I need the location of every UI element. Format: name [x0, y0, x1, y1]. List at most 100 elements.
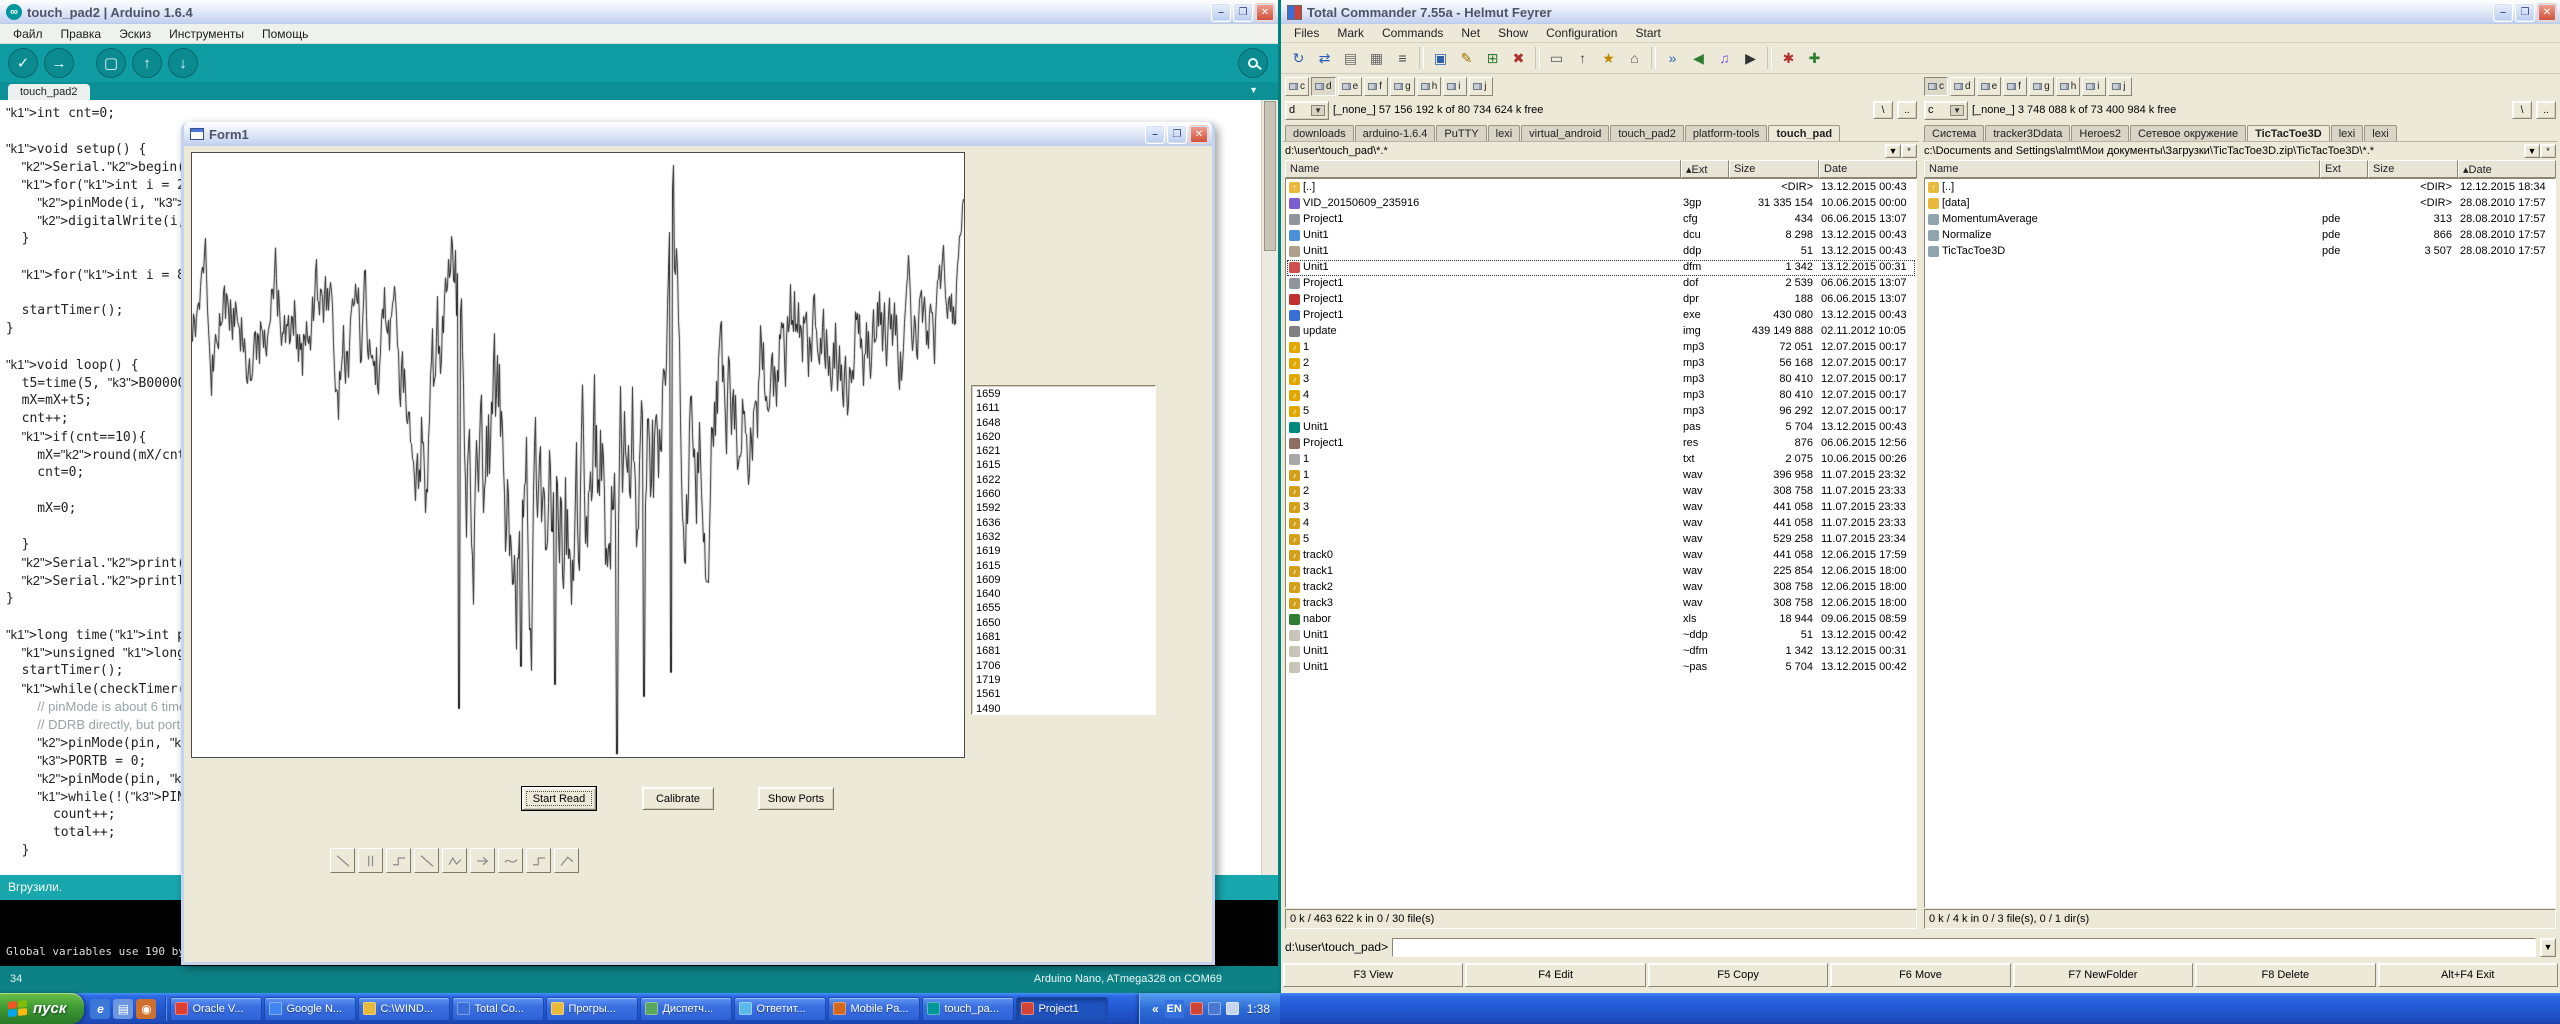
reading-item[interactable]: 1648 — [976, 416, 1155, 430]
tc-toolbar-edit-file-icon[interactable]: ✎ — [1454, 46, 1479, 71]
file-row[interactable]: Unit1pas5 70413.12.2015 00:43 — [1287, 420, 1915, 436]
file-row[interactable]: ♪5wav529 25811.07.2015 23:34 — [1287, 532, 1915, 548]
fkey-f7-button[interactable]: F7 NewFolder — [2013, 963, 2193, 987]
drive-combo[interactable]: d▼ — [1285, 101, 1329, 120]
folder-tab[interactable]: touch_pad2 — [1610, 125, 1684, 141]
tc-toolbar-multimedia-icon[interactable]: ♫ — [1712, 46, 1737, 71]
arduino-menu-item[interactable]: Правка — [52, 25, 111, 43]
tc-toolbar-pack-icon[interactable]: ▭ — [1544, 46, 1569, 71]
file-row[interactable]: ♪2mp356 16812.07.2015 00:17 — [1287, 356, 1915, 372]
reading-item[interactable]: 1609 — [976, 573, 1155, 587]
plot-tool-arrow-icon[interactable] — [470, 848, 495, 873]
reading-item[interactable]: 1640 — [976, 587, 1155, 601]
file-row[interactable]: Unit1ddp5113.12.2015 00:43 — [1287, 244, 1915, 260]
file-row[interactable]: ♪4wav441 05811.07.2015 23:33 — [1287, 516, 1915, 532]
tab-menu-button[interactable]: ▼ — [1249, 85, 1258, 95]
reading-item[interactable]: 1490 — [976, 702, 1155, 715]
reading-item[interactable]: 1619 — [976, 544, 1155, 558]
form1-title-bar[interactable]: Form1 – ❐ ✕ — [184, 122, 1212, 146]
tc-toolbar-compare-icon[interactable]: ✚ — [1802, 46, 1827, 71]
tc-menu-item[interactable]: Show — [1489, 25, 1537, 41]
arduino-maximize-button[interactable]: ❐ — [1233, 3, 1253, 22]
tc-toolbar-unpack-icon[interactable]: ↑ — [1570, 46, 1595, 71]
path-hotlist-button[interactable]: * — [2540, 144, 2556, 158]
file-row[interactable]: ♪3mp380 41012.07.2015 00:17 — [1287, 372, 1915, 388]
quick-launch-ie[interactable]: e — [90, 999, 110, 1019]
drive-button-j[interactable]: j — [2108, 77, 2132, 96]
file-row[interactable]: ↑[..]<DIR>13.12.2015 00:43 — [1287, 180, 1915, 196]
file-row[interactable]: Project1cfg43406.06.2015 13:07 — [1287, 212, 1915, 228]
parent-dir-button[interactable]: .. — [2536, 101, 2556, 119]
parent-dir-button[interactable]: .. — [1897, 101, 1917, 119]
file-row[interactable]: Unit1~pas5 70413.12.2015 00:42 — [1287, 660, 1915, 676]
plot-tool-step-icon[interactable] — [526, 848, 551, 873]
reading-item[interactable]: 1615 — [976, 559, 1155, 573]
file-row[interactable]: updateimg439 149 88802.11.2012 10:05 — [1287, 324, 1915, 340]
taskbar-task[interactable]: Total Co... — [452, 997, 544, 1021]
file-row[interactable]: ♪5mp396 29212.07.2015 00:17 — [1287, 404, 1915, 420]
tray-icon-volume[interactable] — [1226, 1002, 1239, 1015]
taskbar-task[interactable]: Project1 — [1016, 997, 1108, 1021]
drive-button-f[interactable]: f — [2003, 77, 2027, 96]
file-row[interactable]: Normalizepde86628.08.2010 17:57 — [1926, 228, 2554, 244]
start-read-button[interactable]: Start Read — [522, 787, 596, 810]
plot-tool-peak-icon[interactable] — [442, 848, 467, 873]
calibrate-button[interactable]: Calibrate — [642, 787, 714, 810]
drive-button-d[interactable]: d — [1950, 77, 1975, 96]
tc-toolbar-ftp-connect-icon[interactable]: » — [1660, 46, 1685, 71]
folder-tab[interactable]: virtual_android — [1521, 125, 1609, 141]
file-list[interactable]: ↑[..]<DIR>12.12.2015 18:34[data]<DIR>28.… — [1924, 178, 2556, 908]
taskbar-task[interactable]: Mobile Pa... — [828, 997, 920, 1021]
plot-tool-diag-fall-icon[interactable] — [414, 848, 439, 873]
tc-menu-item[interactable]: Net — [1452, 25, 1489, 41]
reading-item[interactable]: 1611 — [976, 401, 1155, 415]
file-row[interactable]: Project1res87606.06.2015 12:56 — [1287, 436, 1915, 452]
form1-minimize-button[interactable]: – — [1145, 125, 1165, 144]
file-row[interactable]: ↑[..]<DIR>12.12.2015 18:34 — [1926, 180, 2554, 196]
root-dir-button[interactable]: \ — [2512, 101, 2532, 119]
fkey-alt-f4-button[interactable]: Alt+F4 Exit — [2378, 963, 2558, 987]
file-row[interactable]: Unit1~dfm1 34213.12.2015 00:31 — [1287, 644, 1915, 660]
folder-tab[interactable]: platform-tools — [1685, 125, 1768, 141]
tc-toolbar-swap-panels-icon[interactable]: ⇄ — [1312, 46, 1337, 71]
file-row[interactable]: ♪track3wav308 75812.06.2015 18:00 — [1287, 596, 1915, 612]
tc-menu-item[interactable]: Files — [1285, 25, 1328, 41]
folder-tab[interactable]: touch_pad — [1768, 125, 1840, 141]
show-ports-button[interactable]: Show Ports — [758, 787, 834, 810]
folder-tab[interactable]: arduino-1.6.4 — [1355, 125, 1436, 141]
arduino-title-bar[interactable]: ∞ touch_pad2 | Arduino 1.6.4 – ❐ ✕ — [0, 0, 1278, 24]
taskbar-task[interactable]: C:\WIND... — [358, 997, 450, 1021]
column-header-date[interactable]: Date — [1819, 160, 1917, 178]
drive-button-c[interactable]: c — [1924, 77, 1948, 96]
reading-item[interactable]: 1615 — [976, 458, 1155, 472]
arduino-menu-item[interactable]: Файл — [4, 25, 52, 43]
taskbar-task[interactable]: Ответит... — [734, 997, 826, 1021]
file-row[interactable]: TicTacToe3Dpde3 50728.08.2010 17:57 — [1926, 244, 2554, 260]
tc-toolbar-net-neighborhood-icon[interactable]: ◀ — [1686, 46, 1711, 71]
file-row[interactable]: Project1dof2 53906.06.2015 13:07 — [1287, 276, 1915, 292]
column-header-name[interactable]: Name — [1924, 160, 2320, 178]
new-sketch-button[interactable]: ▢ — [96, 48, 126, 78]
editor-scrollbar[interactable] — [1261, 100, 1278, 875]
reading-item[interactable]: 1681 — [976, 644, 1155, 658]
readings-listbox[interactable]: 1659161116481620162116151622166015921636… — [971, 385, 1156, 715]
tc-toolbar-tree-view-icon[interactable]: ≡ — [1390, 46, 1415, 71]
drive-combo[interactable]: c▼ — [1924, 101, 1968, 120]
form1-maximize-button[interactable]: ❐ — [1167, 125, 1187, 144]
drive-button-e[interactable]: e — [1977, 77, 2002, 96]
taskbar-task[interactable]: Диспетч... — [640, 997, 732, 1021]
reading-item[interactable]: 1622 — [976, 473, 1155, 487]
file-row[interactable]: Project1dpr18806.06.2015 13:07 — [1287, 292, 1915, 308]
file-row[interactable]: [data]<DIR>28.08.2010 17:57 — [1926, 196, 2554, 212]
arduino-menu-item[interactable]: Инструменты — [160, 25, 253, 43]
tab-touch_pad2[interactable]: touch_pad2 — [8, 84, 90, 100]
file-row[interactable]: ♪4mp380 41012.07.2015 00:17 — [1287, 388, 1915, 404]
fkey-f4-button[interactable]: F4 Edit — [1465, 963, 1645, 987]
file-row[interactable]: VID_20150609_2359163gp31 335 15410.06.20… — [1287, 196, 1915, 212]
open-sketch-button[interactable]: ↑ — [132, 48, 162, 78]
taskbar-task[interactable]: Oracle V... — [170, 997, 262, 1021]
file-row[interactable]: naborxls18 94409.06.2015 08:59 — [1287, 612, 1915, 628]
taskbar-clock[interactable]: 1:38 — [1247, 1002, 1270, 1016]
path-history-button[interactable]: ▼ — [2524, 144, 2540, 158]
verify-button[interactable]: ✓ — [8, 48, 38, 78]
